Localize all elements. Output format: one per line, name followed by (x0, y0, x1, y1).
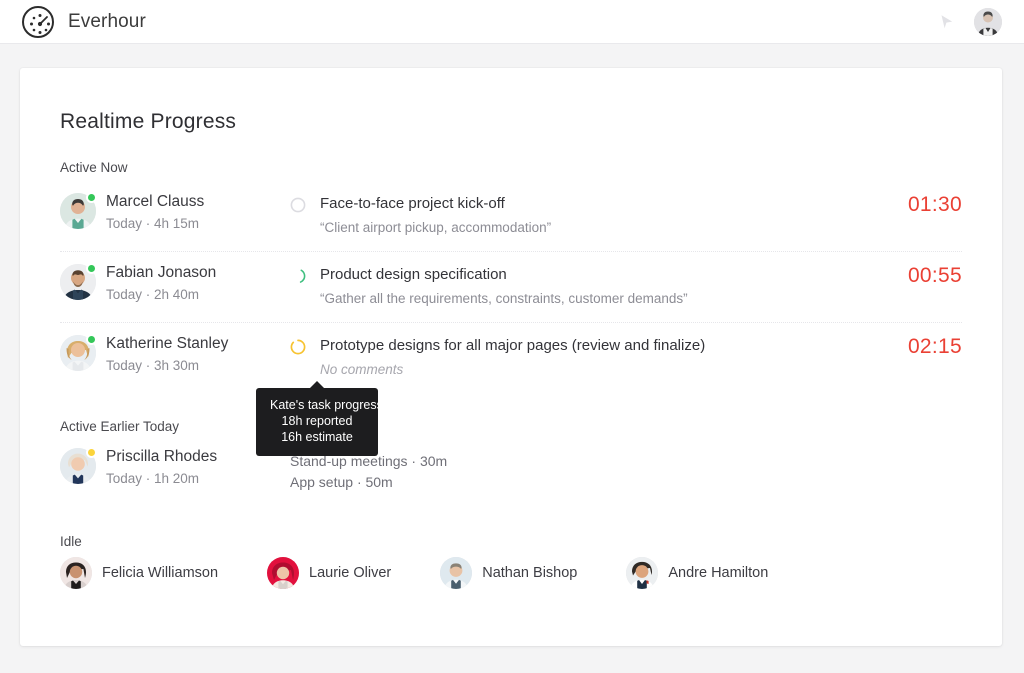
page-title: Realtime Progress (60, 110, 962, 134)
idle-person-name: Andre Hamilton (668, 565, 768, 581)
idle-list: Felicia Williamson Laurie Oliver (60, 557, 962, 589)
avatar (60, 335, 96, 371)
table-row[interactable]: Priscilla Rhodes Today · 1h 20m Stand-up… (60, 440, 962, 508)
person-meta: Today · 4h 15m (106, 214, 204, 233)
task-subtitle: “Gather all the requirements, constraint… (320, 289, 892, 309)
person-name: Fabian Jonason (106, 264, 216, 282)
task-text: Product design specification “Gather all… (320, 265, 892, 309)
avatar (60, 193, 96, 229)
person-block[interactable]: Katherine Stanley Today · 3h 30m (60, 335, 290, 375)
list-item[interactable]: Laurie Oliver (267, 557, 391, 589)
timer-value[interactable]: 01:30 (908, 193, 962, 217)
person-name: Priscilla Rhodes (106, 448, 217, 466)
task-block: Stand-up meetings · 30m App setup · 50m (290, 448, 962, 493)
status-dot-online (86, 263, 97, 274)
everhour-clock-logo-icon (22, 6, 54, 38)
brand-name: Everhour (68, 11, 146, 33)
task-subtitle: No comments (320, 360, 892, 380)
progress-ring-icon[interactable] (290, 339, 306, 355)
status-dot-away (86, 447, 97, 458)
task-block[interactable]: Product design specification “Gather all… (290, 264, 892, 309)
person-name: Katherine Stanley (106, 335, 228, 353)
section-label-idle: Idle (60, 534, 962, 549)
table-row[interactable]: Marcel Clauss Today · 4h 15m Face-to-fac… (60, 181, 962, 252)
idle-person-name: Nathan Bishop (482, 565, 577, 581)
task-subtitle: “Client airport pickup, accommodation” (320, 218, 892, 238)
progress-tooltip: Kate's task progress: 18h reported 16h e… (256, 388, 378, 456)
task-title: Prototype designs for all major pages (r… (320, 336, 892, 356)
progress-ring-icon[interactable] (290, 268, 306, 284)
task-title: Face-to-face project kick-off (320, 194, 892, 214)
person-text: Marcel Clauss Today · 4h 15m (106, 193, 204, 233)
avatar (60, 448, 96, 484)
play-cursor-icon[interactable] (938, 13, 956, 31)
task-text: Prototype designs for all major pages (r… (320, 336, 892, 380)
person-text: Fabian Jonason Today · 2h 40m (106, 264, 216, 304)
tooltip-estimate: 16h estimate (270, 429, 364, 445)
person-text: Katherine Stanley Today · 3h 30m (106, 335, 228, 375)
avatar (60, 264, 96, 300)
avatar-image (60, 557, 92, 589)
progress-ring-icon[interactable] (290, 197, 306, 213)
person-meta: Today · 2h 40m (106, 285, 216, 304)
person-meta: Today · 1h 20m (106, 469, 217, 488)
realtime-progress-card: Realtime Progress Active Now (20, 68, 1002, 646)
task-title: Product design specification (320, 265, 892, 285)
person-block[interactable]: Marcel Clauss Today · 4h 15m (60, 193, 290, 233)
idle-person-name: Laurie Oliver (309, 565, 391, 581)
user-avatar[interactable] (974, 8, 1002, 36)
page-background: Realtime Progress Active Now (0, 44, 1024, 673)
earlier-task-item[interactable]: App setup · 50m (290, 472, 447, 493)
timer-value[interactable]: 00:55 (908, 264, 962, 288)
table-row[interactable]: Katherine Stanley Today · 3h 30m Prototy… (60, 323, 962, 393)
task-text: Face-to-face project kick-off “Client ai… (320, 194, 892, 238)
status-dot-online (86, 192, 97, 203)
task-block[interactable]: Face-to-face project kick-off “Client ai… (290, 193, 892, 238)
idle-person-name: Felicia Williamson (102, 565, 218, 581)
avatar-image (626, 557, 658, 589)
section-label-active-now: Active Now (60, 160, 962, 175)
task-block[interactable]: Prototype designs for all major pages (r… (290, 335, 892, 380)
person-block[interactable]: Fabian Jonason Today · 2h 40m (60, 264, 290, 304)
person-text: Priscilla Rhodes Today · 1h 20m (106, 448, 217, 488)
list-item[interactable]: Andre Hamilton (626, 557, 768, 589)
avatar-image (267, 557, 299, 589)
timer-value[interactable]: 02:15 (908, 335, 962, 359)
brand-logo[interactable]: Everhour (22, 6, 146, 38)
list-item[interactable]: Felicia Williamson (60, 557, 218, 589)
person-meta: Today · 3h 30m (106, 356, 228, 375)
section-label-active-earlier: Active Earlier Today (60, 419, 962, 434)
tooltip-title: Kate's task progress: (270, 397, 364, 413)
list-item[interactable]: Nathan Bishop (440, 557, 577, 589)
tooltip-reported: 18h reported (270, 413, 364, 429)
status-dot-online (86, 334, 97, 345)
active-now-list: Marcel Clauss Today · 4h 15m Face-to-fac… (60, 181, 962, 393)
person-name: Marcel Clauss (106, 193, 204, 211)
table-row[interactable]: Fabian Jonason Today · 2h 40m Product de… (60, 252, 962, 323)
avatar-image (440, 557, 472, 589)
app-header: Everhour (0, 0, 1024, 44)
header-actions (938, 8, 1002, 36)
